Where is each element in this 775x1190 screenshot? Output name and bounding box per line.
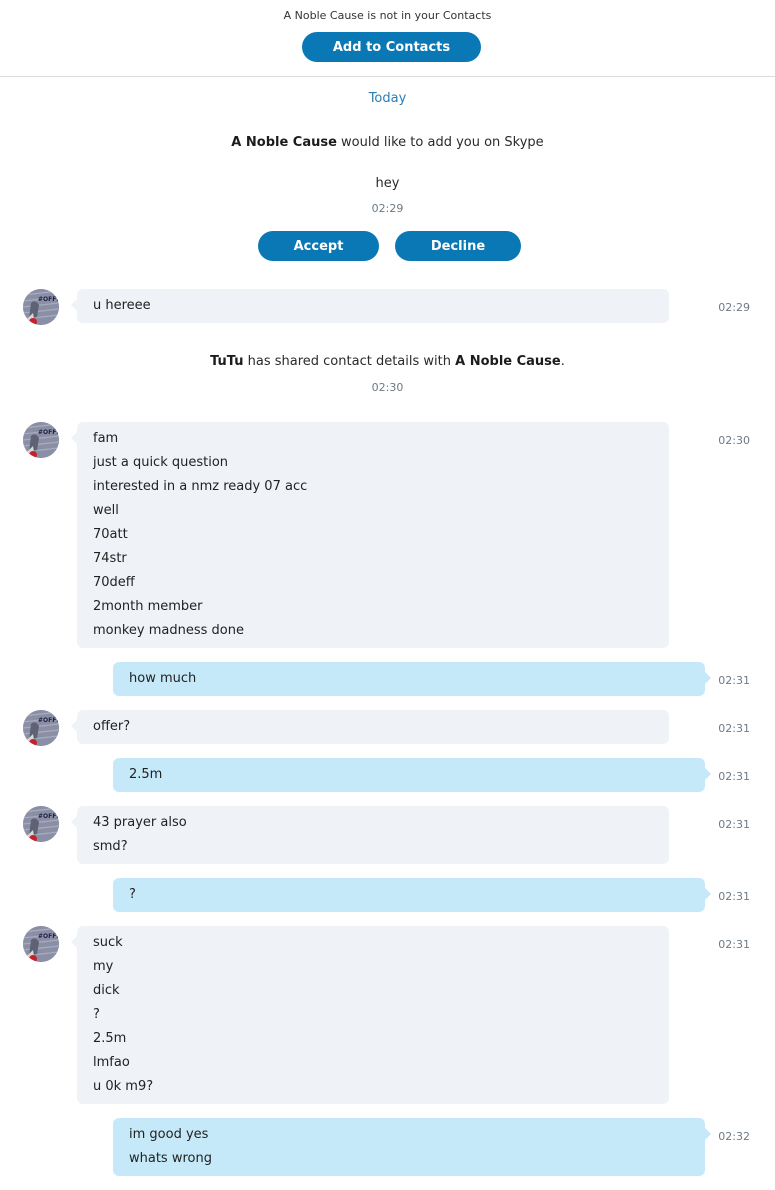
message-line: smd? — [93, 839, 128, 854]
message-line: 2month member — [93, 599, 203, 614]
message-timestamp: 02:31 — [718, 674, 750, 687]
message-line: lmfao — [93, 1055, 130, 1070]
contact-avatar-icon[interactable]: #OFFL — [23, 289, 59, 325]
message-line: how much — [129, 671, 197, 686]
contact-avatar-icon[interactable]: #OFFL — [23, 806, 59, 842]
message-line: whats wrong — [129, 1151, 212, 1166]
incoming-message[interactable]: u hereee — [71, 289, 669, 323]
share-end-text: . — [560, 354, 565, 369]
request-message: hey — [375, 176, 400, 191]
message-line: interested in a nmz ready 07 acc — [93, 479, 308, 494]
outgoing-message[interactable]: im good yes whats wrong — [113, 1118, 711, 1176]
incoming-message[interactable]: offer? — [71, 710, 669, 744]
contact-request-text: A Noble Cause would like to add you on S… — [0, 135, 775, 150]
message-timestamp: 02:32 — [718, 1130, 750, 1143]
message-line: fam — [93, 431, 119, 446]
message-line: 2.5m — [93, 1031, 127, 1046]
message-line: ? — [129, 887, 136, 902]
message-timestamp: 02:31 — [718, 770, 750, 783]
message-line: u hereee — [93, 298, 151, 313]
outgoing-message[interactable]: ? — [113, 878, 711, 912]
not-in-contacts-text: A Noble Cause is not in your Contacts — [283, 9, 492, 22]
contact-notice-bar: A Noble Cause is not in your Contacts Ad… — [0, 0, 775, 77]
svg-text:#OFFL: #OFFL — [38, 813, 59, 820]
contact-avatar-icon[interactable]: #OFFL — [23, 710, 59, 746]
message-timestamp: 02:31 — [718, 722, 750, 735]
contact-avatar-icon[interactable]: #OFFL — [23, 926, 59, 962]
share-timestamp: 02:30 — [371, 381, 404, 394]
outgoing-message[interactable]: 2.5m — [113, 758, 711, 792]
share-actor: TuTu — [210, 354, 244, 369]
add-to-contacts-button[interactable]: Add to Contacts — [302, 32, 481, 62]
svg-text:#OFFL: #OFFL — [38, 296, 59, 303]
message-line: 43 prayer also — [93, 815, 187, 830]
message-line: well — [93, 503, 119, 518]
message-line: my — [93, 959, 114, 974]
share-mid-text: has shared contact details with — [243, 354, 456, 369]
incoming-message[interactable]: 43 prayer also smd? — [71, 806, 669, 864]
date-separator: Today — [368, 91, 407, 106]
contact-avatar-icon[interactable]: #OFFL — [23, 422, 59, 458]
svg-text:#OFFL: #OFFL — [38, 717, 59, 724]
message-timestamp: 02:29 — [718, 301, 750, 314]
message-line: 70att — [93, 527, 128, 542]
svg-text:#OFFL: #OFFL — [38, 933, 59, 940]
message-line: just a quick question — [93, 455, 229, 470]
outgoing-message[interactable]: how much — [113, 662, 711, 696]
message-line: im good yes — [129, 1127, 209, 1142]
svg-text:#OFFL: #OFFL — [38, 429, 59, 436]
message-timestamp: 02:31 — [718, 890, 750, 903]
message-line: 70deff — [93, 575, 135, 590]
message-line: suck — [93, 935, 123, 950]
share-target: A Noble Cause — [455, 354, 561, 369]
requester-name: A Noble Cause — [231, 135, 337, 150]
message-timestamp: 02:31 — [718, 938, 750, 951]
message-line: offer? — [93, 719, 131, 734]
request-timestamp: 02:29 — [371, 202, 404, 215]
request-text: would like to add you on Skype — [336, 135, 544, 150]
message-timestamp: 02:31 — [718, 818, 750, 831]
incoming-message[interactable]: fam just a quick question interested in a … — [71, 422, 669, 648]
shared-contact-event: TuTu has shared contact details with A N… — [0, 354, 775, 369]
message-line: u 0k m9? — [93, 1079, 154, 1094]
message-timestamp: 02:30 — [718, 434, 750, 447]
message-line: monkey madness done — [93, 623, 244, 638]
message-line: 74str — [93, 551, 127, 566]
accept-button[interactable]: Accept — [258, 231, 379, 261]
incoming-message[interactable]: suck my dick? 2.5m lmfao u 0k m9? — [71, 926, 669, 1104]
decline-button[interactable]: Decline — [395, 231, 521, 261]
message-line: 2.5m — [129, 767, 163, 782]
message-line: dick — [93, 983, 120, 998]
message-line: ? — [93, 1007, 100, 1022]
